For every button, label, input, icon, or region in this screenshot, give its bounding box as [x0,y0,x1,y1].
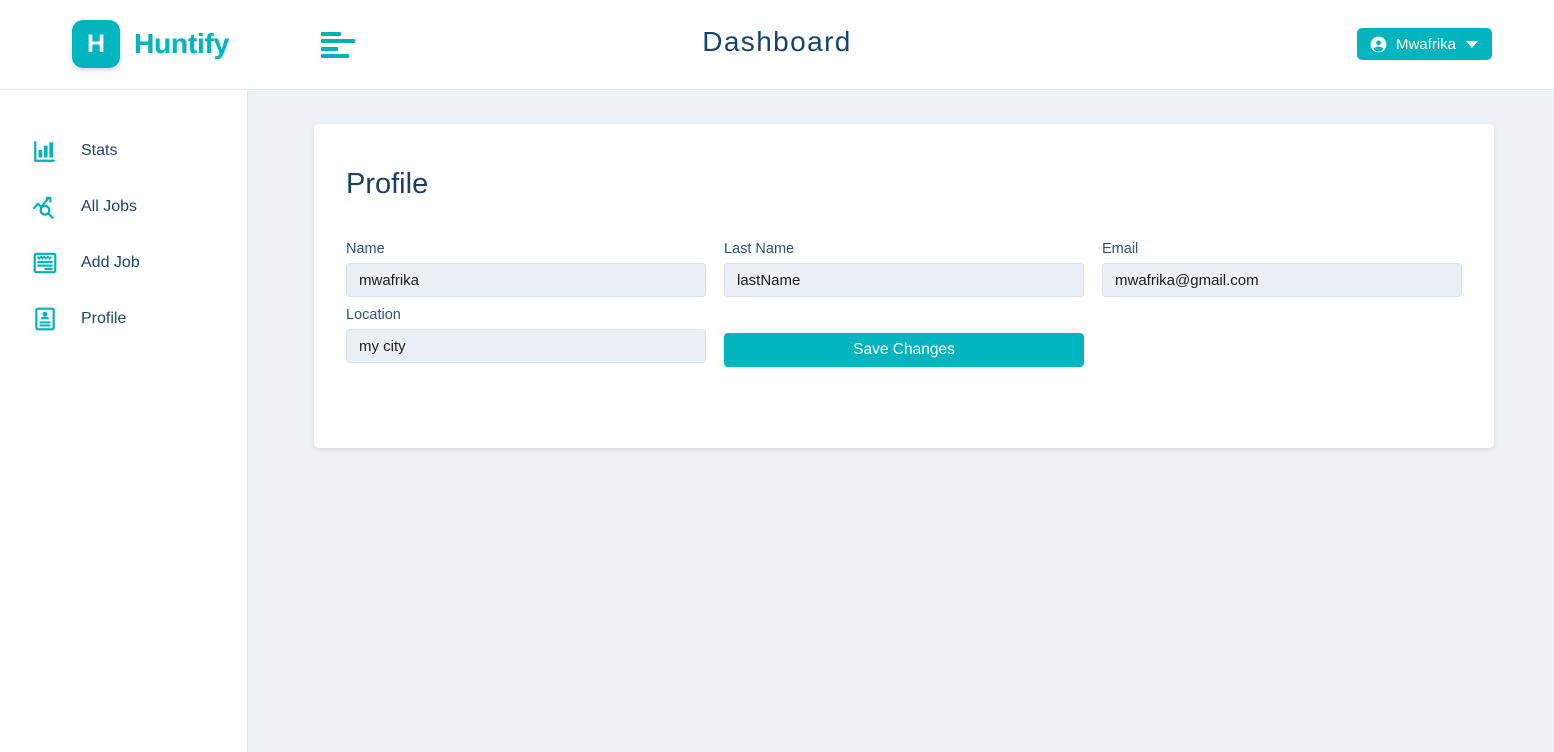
sidebar-item-label: Add Job [81,254,140,271]
trend-search-icon [30,192,60,222]
main-content: Profile Name Last Name Email Locatio [247,91,1554,752]
field-email: Email [1102,241,1462,297]
profile-card: Profile Name Last Name Email Locatio [314,124,1494,448]
card-title: Profile [346,168,429,200]
form-spacer [1102,307,1462,367]
profile-form: Name Last Name Email Location [346,241,1462,367]
last-name-input[interactable] [724,263,1084,297]
sidebar-item-stats[interactable]: Stats [30,133,230,169]
form-row: Name Last Name Email [346,241,1462,297]
field-last-name: Last Name [724,241,1084,297]
sidebar-item-label: Profile [81,310,127,327]
user-menu-button[interactable]: Mwafrika [1356,28,1492,60]
location-input[interactable] [346,329,706,363]
account-circle-icon [1369,35,1388,54]
page-title: Dashboard [702,26,852,57]
sidebar-item-label: All Jobs [81,198,138,215]
sidebar-item-label: Stats [81,142,118,159]
field-label: Email [1102,241,1139,257]
sidebar: Stats All Jobs Add Job Profile [0,90,247,752]
user-menu-label: Mwafrika [1395,35,1456,53]
email-input[interactable] [1102,263,1462,297]
field-location: Location [346,307,706,367]
save-changes-button[interactable]: Save Changes [724,333,1084,367]
clipboard-form-icon [30,248,60,278]
chevron-down-icon [1466,40,1478,48]
bar-chart-icon [30,136,60,166]
id-card-icon [30,304,60,334]
sidebar-item-all-jobs[interactable]: All Jobs [30,189,230,225]
form-row: Location Save Changes [346,307,1462,367]
field-label: Last Name [724,241,795,257]
field-label: Location [346,307,401,323]
save-field: Save Changes [724,307,1084,367]
name-input[interactable] [346,263,706,297]
sidebar-item-add-job[interactable]: Add Job [30,245,230,281]
top-bar: H Huntify Dashboard Mwafrika [0,0,1554,90]
sidebar-item-profile[interactable]: Profile [30,301,230,337]
field-name: Name [346,241,706,297]
field-label: Name [346,241,385,257]
